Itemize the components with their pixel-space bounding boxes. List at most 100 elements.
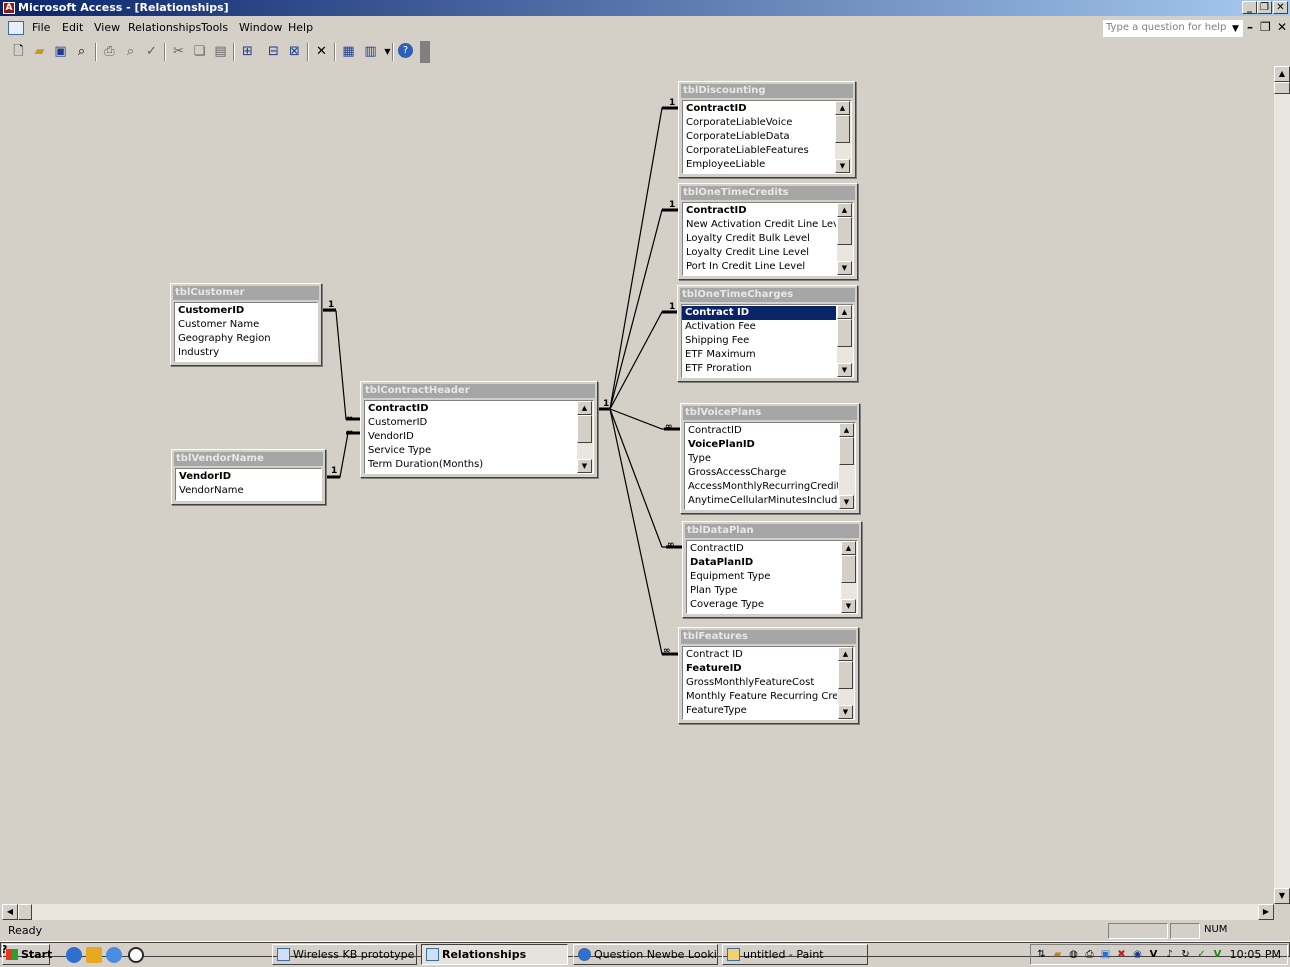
update-icon[interactable]: ✓	[1195, 948, 1208, 961]
field-list-scrollbar[interactable]: ▲ ▼	[835, 101, 851, 173]
field-item[interactable]: Contract ID	[683, 648, 837, 662]
printer-icon[interactable]: ⎙	[1083, 948, 1096, 961]
field-item[interactable]: Customer Name	[175, 318, 317, 332]
scroll-up-icon[interactable]: ▲	[835, 101, 850, 115]
media-player-icon[interactable]	[128, 947, 144, 963]
taskbar-item-wireless[interactable]: Wireless KB prototype : ...	[272, 944, 417, 965]
delete-icon[interactable]: ✕	[313, 43, 330, 60]
field-item[interactable]: CorporateLiableVoice	[683, 116, 834, 130]
toolbar-options-icon[interactable]	[420, 41, 430, 63]
field-list[interactable]: ContractID CustomerID VendorID Service T…	[364, 400, 594, 474]
wireless-icon[interactable]: ◍	[1067, 948, 1080, 961]
field-item[interactable]: VendorID	[365, 430, 576, 444]
menu-tools[interactable]: Tools	[201, 21, 228, 34]
save-icon[interactable]: ▣	[52, 43, 69, 60]
field-item[interactable]: AccessMonthlyRecurringCredit	[685, 480, 838, 494]
field-item[interactable]: New Activation Credit Line Level	[683, 218, 836, 232]
table-title[interactable]: tblDataPlan	[685, 524, 859, 538]
field-item[interactable]: DataPlanID	[687, 556, 840, 570]
scroll-up-icon[interactable]: ▲	[1274, 66, 1290, 82]
menu-view[interactable]: View	[94, 21, 120, 34]
scroll-down-icon[interactable]: ▼	[577, 459, 592, 473]
field-list[interactable]: Contract ID FeatureID GrossMonthlyFeatur…	[682, 646, 855, 720]
scroll-down-icon[interactable]: ▼	[835, 159, 850, 173]
taskbar-item-question[interactable]: Question Newbe Looking...	[573, 944, 718, 965]
field-item[interactable]: ContractID	[683, 102, 834, 116]
vpn-icon[interactable]: V	[1147, 948, 1160, 961]
field-item[interactable]: ContractID	[687, 542, 840, 556]
scroll-down-icon[interactable]: ▼	[837, 363, 852, 377]
security-icon[interactable]: ✖	[1115, 948, 1128, 961]
vertical-scrollbar[interactable]: ▲ ▼	[1274, 66, 1290, 904]
vcheck-icon[interactable]: V	[1211, 948, 1224, 961]
table-title[interactable]: tblOneTimeCharges	[680, 288, 855, 302]
doc-close-button[interactable]: ✕	[1277, 20, 1287, 34]
table-tblfeatures[interactable]: tblFeatures Contract ID FeatureID GrossM…	[678, 627, 859, 724]
relationships-window-icon[interactable]	[8, 21, 24, 35]
restore-button[interactable]: ❐	[1257, 1, 1272, 14]
table-tbldiscounting[interactable]: tblDiscounting ContractID CorporateLiabl…	[678, 81, 856, 178]
sync-icon[interactable]: ↻	[1179, 948, 1192, 961]
folder-icon[interactable]: ▰	[1051, 948, 1064, 961]
table-title[interactable]: tblDiscounting	[681, 84, 853, 98]
print-icon[interactable]: ⎙	[101, 43, 118, 60]
volume-icon[interactable]: ♪	[1163, 948, 1176, 961]
help-dropdown-icon[interactable]: ▼	[1232, 24, 1239, 34]
field-item[interactable]: ContractID	[685, 424, 838, 438]
internet-explorer-icon[interactable]	[66, 947, 82, 963]
table-tblonetimecharges[interactable]: tblOneTimeCharges Contract ID Activation…	[677, 285, 858, 382]
cut-icon[interactable]: ✂	[170, 43, 187, 60]
scroll-down-icon[interactable]: ▼	[837, 261, 852, 275]
field-item[interactable]: Shipping Fee	[682, 334, 836, 348]
field-list-scrollbar[interactable]: ▲ ▼	[839, 423, 855, 509]
field-item[interactable]: EmployeeLiable	[683, 158, 834, 172]
search-icon[interactable]: ⌕	[73, 43, 90, 60]
scroll-up-icon[interactable]: ▲	[837, 203, 852, 217]
monitor-icon[interactable]: ▣	[1099, 948, 1112, 961]
table-tbldataplan[interactable]: tblDataPlan ContractID DataPlanID Equipm…	[682, 521, 862, 618]
field-item[interactable]: ETF Proration	[682, 362, 836, 376]
field-item[interactable]: FeatureID	[683, 662, 837, 676]
table-title[interactable]: tblVoicePlans	[683, 406, 857, 420]
field-item[interactable]: GrossAccessCharge	[685, 466, 838, 480]
field-list-scrollbar[interactable]: ▲ ▼	[837, 203, 853, 275]
table-title[interactable]: tblFeatures	[681, 630, 856, 644]
scroll-up-icon[interactable]: ▲	[577, 401, 592, 415]
field-item[interactable]: Equipment Type	[687, 570, 840, 584]
antivirus-icon[interactable]: ◉	[1131, 948, 1144, 961]
scroll-thumb[interactable]	[18, 904, 32, 920]
field-item[interactable]: CorporateLiableFeatures	[683, 144, 834, 158]
scroll-down-icon[interactable]: ▼	[838, 705, 853, 719]
scroll-thumb[interactable]	[838, 661, 853, 689]
table-tblvendorname[interactable]: tblVendorName VendorID VendorName	[171, 449, 326, 505]
field-item[interactable]: VendorID	[176, 470, 321, 484]
field-item[interactable]: CustomerID	[175, 304, 317, 318]
field-item[interactable]: Type	[685, 452, 838, 466]
menu-file[interactable]: File	[32, 21, 50, 34]
minimize-button[interactable]: _	[1242, 1, 1257, 14]
field-list[interactable]: ContractID CorporateLiableVoice Corporat…	[682, 100, 852, 174]
scroll-up-icon[interactable]: ▲	[841, 541, 856, 555]
show-all-icon[interactable]: ⊠	[286, 43, 303, 60]
field-item[interactable]: CorporateLiableData	[683, 130, 834, 144]
open-icon[interactable]: ▰	[31, 43, 48, 60]
scroll-thumb[interactable]	[839, 437, 854, 465]
start-button[interactable]: Start	[2, 944, 52, 965]
field-item[interactable]: Monthly Feature Recurring Credit	[683, 690, 837, 704]
field-item[interactable]: Loyalty Credit Bulk Level	[683, 232, 836, 246]
field-item[interactable]: GrossMonthlyFeatureCost	[683, 676, 837, 690]
field-list[interactable]: VendorID VendorName	[175, 468, 322, 501]
field-list-scrollbar[interactable]: ▲ ▼	[838, 647, 854, 719]
field-item[interactable]: ContractID	[365, 402, 576, 416]
field-item[interactable]: VendorName	[176, 484, 321, 498]
clock[interactable]: 10:05 PM	[1230, 948, 1281, 961]
field-list-scrollbar[interactable]: ▲ ▼	[841, 541, 857, 613]
scroll-left-icon[interactable]: ◀	[2, 904, 18, 920]
table-tblvoiceplans[interactable]: tblVoicePlans ContractID VoicePlanID Typ…	[680, 403, 860, 514]
database-window-icon[interactable]: ▦	[340, 43, 357, 60]
menu-relationships[interactable]: Relationships	[128, 21, 201, 34]
table-title[interactable]: tblOneTimeCredits	[681, 186, 855, 200]
copy-icon[interactable]: ❏	[191, 43, 208, 60]
menu-edit[interactable]: Edit	[62, 21, 83, 34]
table-tblcontractheader[interactable]: tblContractHeader ContractID CustomerID …	[360, 381, 598, 478]
